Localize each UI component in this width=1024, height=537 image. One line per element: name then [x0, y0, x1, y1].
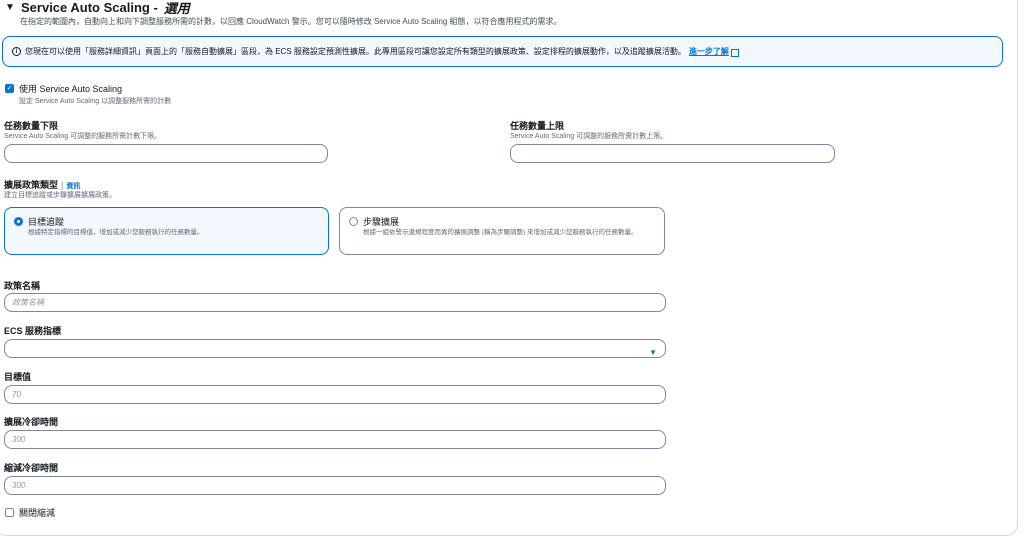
- info-banner: i 您現在可以使用「服務詳細資訊」頁面上的「服務自動擴展」區段，為 ECS 服務…: [2, 36, 1003, 67]
- ecs-metric-select[interactable]: ▼: [4, 339, 666, 358]
- target-value-label: 目標值: [4, 372, 32, 382]
- policy-type-description: 建立目標追蹤或步驟擴展擴展政策。: [4, 192, 116, 199]
- ecs-metric-label: ECS 服務指標: [4, 326, 62, 336]
- learn-more-link[interactable]: 進一步了解: [689, 46, 729, 57]
- autoscaling-panel: [0, 0, 1018, 536]
- collapse-caret-icon[interactable]: ▼: [5, 2, 15, 13]
- scale-out-cooldown-label: 擴展冷卻時間: [4, 417, 59, 427]
- label-separator: |: [61, 180, 64, 190]
- target-value-input[interactable]: 70: [4, 385, 666, 404]
- section-title: Service Auto Scaling -: [21, 0, 158, 15]
- external-link-icon[interactable]: [730, 48, 739, 57]
- policy-type-info-link[interactable]: 資訊: [66, 183, 80, 190]
- scale-out-cooldown-input[interactable]: 300: [4, 430, 666, 449]
- disable-scale-in-label: 關閉縮減: [19, 508, 56, 518]
- step-scaling-label: 步驟擴展: [363, 217, 400, 227]
- target-tracking-tile[interactable]: 目標追蹤 根據特定指標的目標值，增加或減少您服務執行的任務數量。: [4, 207, 329, 255]
- policy-name-label: 政策名稱: [4, 281, 41, 291]
- disable-scale-in-checkbox[interactable]: [5, 508, 14, 517]
- target-tracking-radio[interactable]: [14, 217, 23, 226]
- policy-type-label-text: 擴展政策類型: [4, 180, 59, 190]
- min-tasks-description: Service Auto Scaling 可調整的服務所需計數下限。: [4, 133, 162, 140]
- section-header[interactable]: ▼ Service Auto Scaling - 選用 在指定的範圍內，自動向上…: [5, 0, 562, 27]
- target-tracking-label: 目標追蹤: [28, 217, 65, 227]
- scale-in-cooldown-input[interactable]: 300: [4, 476, 666, 495]
- max-tasks-input[interactable]: [510, 144, 835, 163]
- use-autoscaling-checkbox-row[interactable]: ✓ 使用 Service Auto Scaling 設定 Service Aut…: [5, 82, 171, 106]
- info-banner-text: 您現在可以使用「服務詳細資訊」頁面上的「服務自動擴展」區段，為 ECS 服務設定…: [25, 47, 686, 56]
- step-scaling-tile[interactable]: 步驟擴展 根據一組依警示違規程度而異的擴展調整 (稱為步驟調整) 來增加或減少您…: [339, 207, 665, 255]
- info-icon: i: [12, 47, 21, 56]
- step-scaling-radio[interactable]: [349, 217, 358, 226]
- disable-scale-in-row[interactable]: 關閉縮減: [5, 506, 55, 519]
- use-autoscaling-description: 設定 Service Auto Scaling 以調整服務所需的計數: [19, 98, 172, 105]
- policy-name-input[interactable]: 政策名稱: [4, 293, 666, 312]
- use-autoscaling-checkbox[interactable]: ✓: [5, 84, 14, 93]
- section-description: 在指定的範圍內，自動向上和向下調整服務所需的計數，以回應 CloudWatch …: [20, 17, 562, 26]
- target-tracking-description: 根據特定指標的目標值，增加或減少您服務執行的任務數量。: [28, 229, 204, 236]
- section-title-optional: 選用: [163, 0, 190, 16]
- use-autoscaling-label: 使用 Service Auto Scaling: [19, 84, 123, 94]
- max-tasks-description: Service Auto Scaling 可調整的服務所需計數上限。: [510, 133, 668, 140]
- step-scaling-description: 根據一組依警示違規程度而異的擴展調整 (稱為步驟調整) 來增加或減少您服務執行的…: [363, 229, 638, 236]
- min-tasks-input[interactable]: [4, 144, 328, 163]
- scale-in-cooldown-label: 縮減冷卻時間: [4, 463, 59, 473]
- dropdown-arrow-icon[interactable]: ▼: [649, 344, 657, 361]
